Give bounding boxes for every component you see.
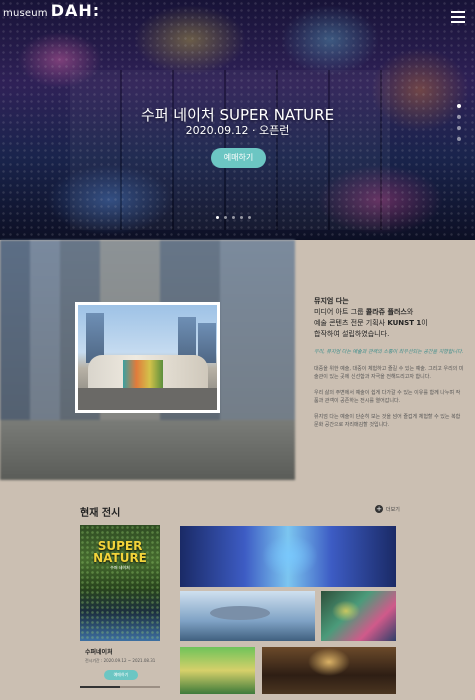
plus-circle-icon: + bbox=[375, 505, 383, 513]
about-paragraph: 뮤지엄 다는 예술이 단순히 보는 것을 넘어 즐겁게 체험할 수 있는 복합 … bbox=[314, 414, 461, 428]
section-nav bbox=[457, 104, 461, 141]
about-paragraph: 대중을 위한 예술, 대중이 체험하고 즐길 수 있는 예술. 그리고 우리의 … bbox=[314, 366, 464, 380]
more-label: 더보기 bbox=[386, 506, 400, 513]
poster-title: SUPER NATURE bbox=[93, 539, 147, 565]
gallery-image[interactable] bbox=[180, 526, 396, 587]
pagination-dot[interactable] bbox=[216, 216, 219, 219]
poster-subtitle: 수퍼 네이처 bbox=[110, 565, 130, 570]
logo[interactable]: museum DAH: bbox=[3, 1, 100, 20]
gallery-image[interactable] bbox=[262, 647, 396, 694]
about-intro: 뮤지엄 다는 미디어 아트 그룹 콜라쥬 플러스와 예술 콘텐츠 전문 기획사 … bbox=[314, 297, 428, 338]
about-text: 뮤지엄 다는 미디어 아트 그룹 콜라쥬 플러스와 예술 콘텐츠 전문 기획사 … bbox=[314, 296, 464, 429]
about-quote: 우리, 뮤지엄 다는 예술과 관객의 소통이 최우선되는 공간을 지향합니다. bbox=[314, 349, 464, 355]
hero-date: 2020.09.12 · 오픈런 bbox=[185, 124, 290, 137]
logo-text: DAH: bbox=[50, 1, 101, 20]
about-paragraph: 우리 삶의 주변에서 예술이 쉽게 다가갈 수 있는 이유를 함께 나누며 작품… bbox=[314, 390, 461, 404]
section-nav-dot[interactable] bbox=[457, 137, 461, 141]
book-button[interactable]: 예매하기 bbox=[104, 670, 138, 680]
hero-banner: museum DAH: 수퍼 네이처 SUPER NATURE 2020.09.… bbox=[0, 0, 475, 240]
more-link[interactable]: + 더보기 bbox=[375, 505, 400, 513]
museum-photo bbox=[75, 302, 220, 413]
section-nav-dot[interactable] bbox=[457, 126, 461, 130]
gallery-image[interactable] bbox=[321, 591, 396, 641]
exhibition-poster[interactable]: SUPER NATURE 수퍼 네이처 bbox=[80, 525, 160, 641]
section-nav-dot[interactable] bbox=[457, 104, 461, 108]
pagination-dot[interactable] bbox=[240, 216, 243, 219]
exhibition-name: 수퍼네이처 bbox=[85, 649, 113, 656]
page: museum DAH: 수퍼 네이처 SUPER NATURE 2020.09.… bbox=[0, 0, 475, 700]
pagination-dot[interactable] bbox=[232, 216, 235, 219]
hero-pagination bbox=[216, 216, 251, 219]
about-section: 뮤지엄 다는 미디어 아트 그룹 콜라쥬 플러스와 예술 콘텐츠 전문 기획사 … bbox=[0, 240, 475, 480]
carousel-progress bbox=[80, 686, 160, 688]
pagination-dot[interactable] bbox=[248, 216, 251, 219]
logo-text-small: museum bbox=[3, 8, 48, 19]
gallery-image[interactable] bbox=[180, 591, 315, 641]
pagination-dot[interactable] bbox=[224, 216, 227, 219]
hero-book-button[interactable]: 예매하기 bbox=[211, 148, 266, 168]
exhibition-period: 전시기간 : 2020.09.12 ~ 2021.08.31 bbox=[85, 658, 156, 663]
section-nav-dot[interactable] bbox=[457, 115, 461, 119]
section-title: 현재 전시 bbox=[80, 508, 121, 519]
carousel-progress-fill bbox=[80, 686, 120, 688]
gallery-image[interactable] bbox=[180, 647, 255, 694]
hamburger-icon[interactable] bbox=[451, 11, 465, 23]
